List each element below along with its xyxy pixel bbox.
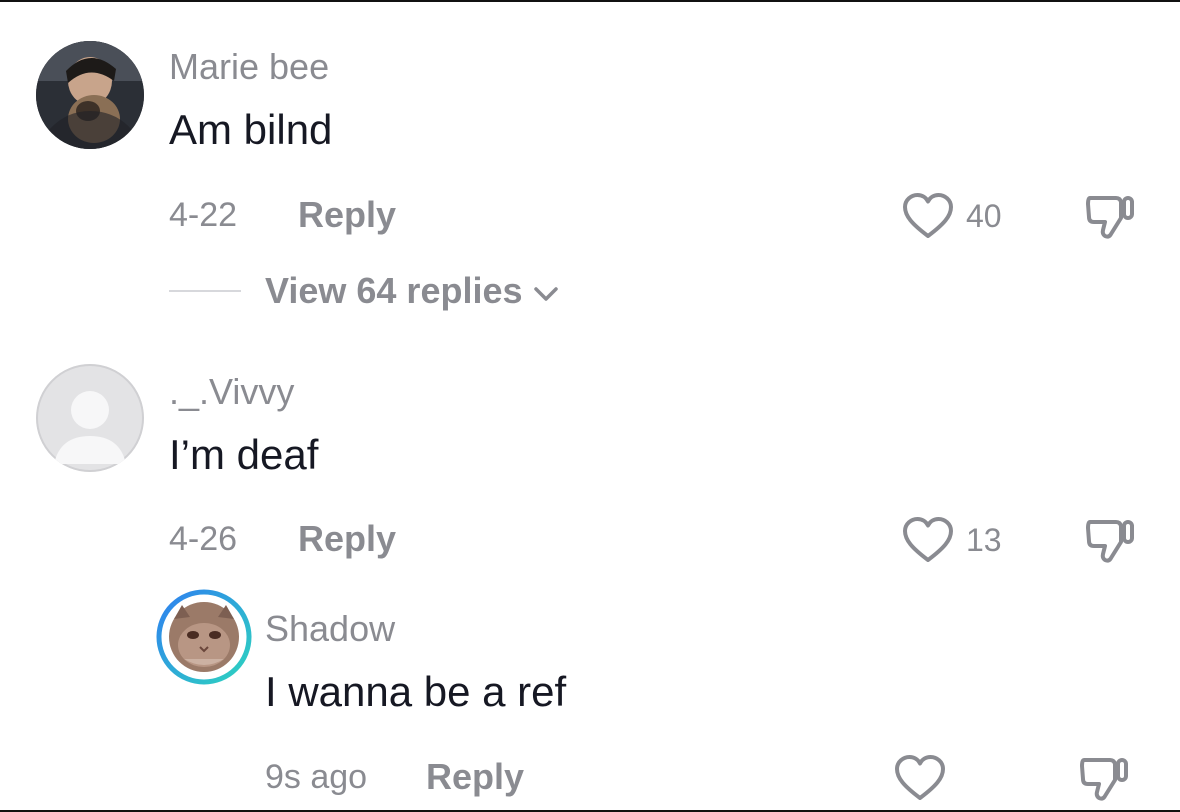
thumbs-down-icon xyxy=(1086,520,1134,563)
reply-username[interactable]: Shadow xyxy=(265,608,395,650)
chevron-down-icon xyxy=(534,287,558,301)
reply-button[interactable]: Reply xyxy=(298,518,396,560)
dislike-button[interactable] xyxy=(1078,754,1130,809)
avatar[interactable] xyxy=(36,364,144,472)
comments-panel: Marie bee Am bilnd 4-22 Reply 40 View 64… xyxy=(0,0,1180,812)
view-replies-button[interactable]: View 64 replies xyxy=(265,270,559,312)
thumbs-down-icon xyxy=(1080,758,1128,801)
heart-outline-icon xyxy=(903,517,953,562)
heart-outline-icon xyxy=(903,193,953,238)
avatar[interactable] xyxy=(36,41,144,149)
comment-username[interactable]: Marie bee xyxy=(169,46,329,88)
reply-button[interactable]: Reply xyxy=(426,756,524,798)
dislike-button[interactable] xyxy=(1084,192,1136,247)
avatar-story-ring[interactable] xyxy=(156,589,252,685)
comment-date: 4-26 xyxy=(169,520,238,558)
comment-username[interactable]: ._.Vivvy xyxy=(169,371,294,413)
heart-outline-icon xyxy=(895,755,945,800)
reply-text: I wanna be a ref xyxy=(265,668,567,715)
default-avatar-icon xyxy=(36,364,144,472)
thumbs-down-icon xyxy=(1086,196,1134,239)
reply-date: 9s ago xyxy=(265,758,368,796)
like-count: 40 xyxy=(966,198,1002,234)
view-replies-label: View 64 replies xyxy=(265,270,523,311)
reply-button[interactable]: Reply xyxy=(298,194,396,236)
dislike-button[interactable] xyxy=(1084,516,1136,571)
like-button[interactable] xyxy=(894,754,946,807)
like-button[interactable] xyxy=(902,192,954,245)
comment-text: I’m deaf xyxy=(169,431,319,478)
like-count: 13 xyxy=(966,522,1002,558)
comment-date: 4-22 xyxy=(169,196,238,234)
replies-divider xyxy=(169,290,241,292)
comment-text: Am bilnd xyxy=(169,106,333,153)
like-button[interactable] xyxy=(902,516,954,569)
